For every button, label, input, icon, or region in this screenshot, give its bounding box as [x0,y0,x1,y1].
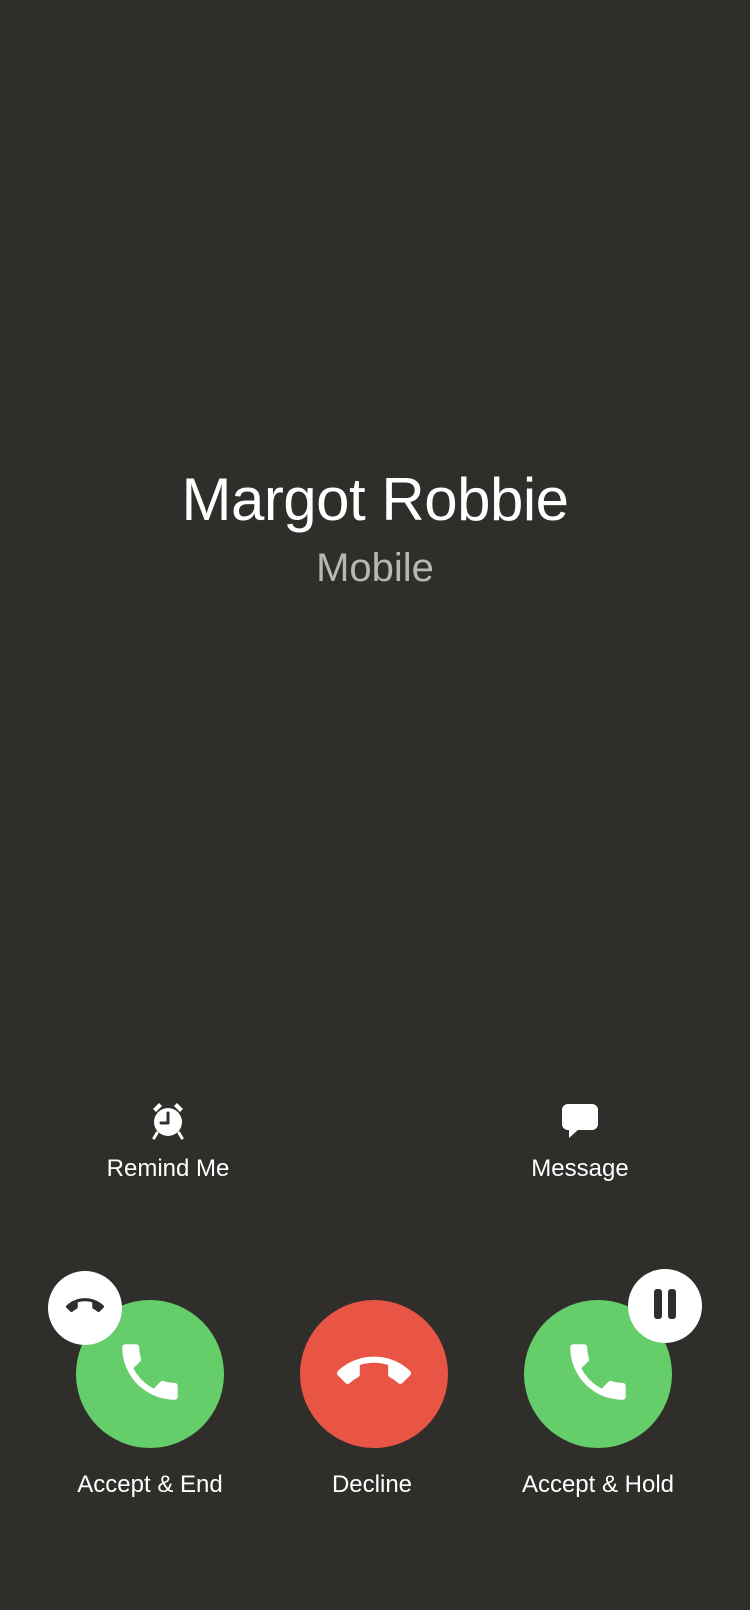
remind-me-label: Remind Me [106,1155,230,1182]
pause-icon [650,1287,680,1326]
end-call-icon [336,1335,411,1414]
decline-button[interactable] [300,1300,448,1448]
remind-me-button[interactable]: Remind Me [58,1100,278,1184]
end-call-icon [65,1287,104,1330]
caller-number-label: Mobile [316,546,434,590]
phone-icon [113,1335,187,1414]
accept-and-hold-label: Accept & Hold [521,1471,675,1498]
accept-and-end-label: Accept & End [77,1471,223,1498]
phone-icon [561,1335,635,1414]
message-label: Message [531,1155,629,1182]
end-call-badge [48,1271,122,1345]
message-bubble-icon [560,1100,600,1140]
decline-label: Decline [331,1471,413,1498]
caller-name: Margot Robbie [181,466,569,533]
hold-badge [628,1269,702,1343]
message-button[interactable]: Message [470,1100,690,1184]
alarm-clock-icon [148,1100,188,1140]
